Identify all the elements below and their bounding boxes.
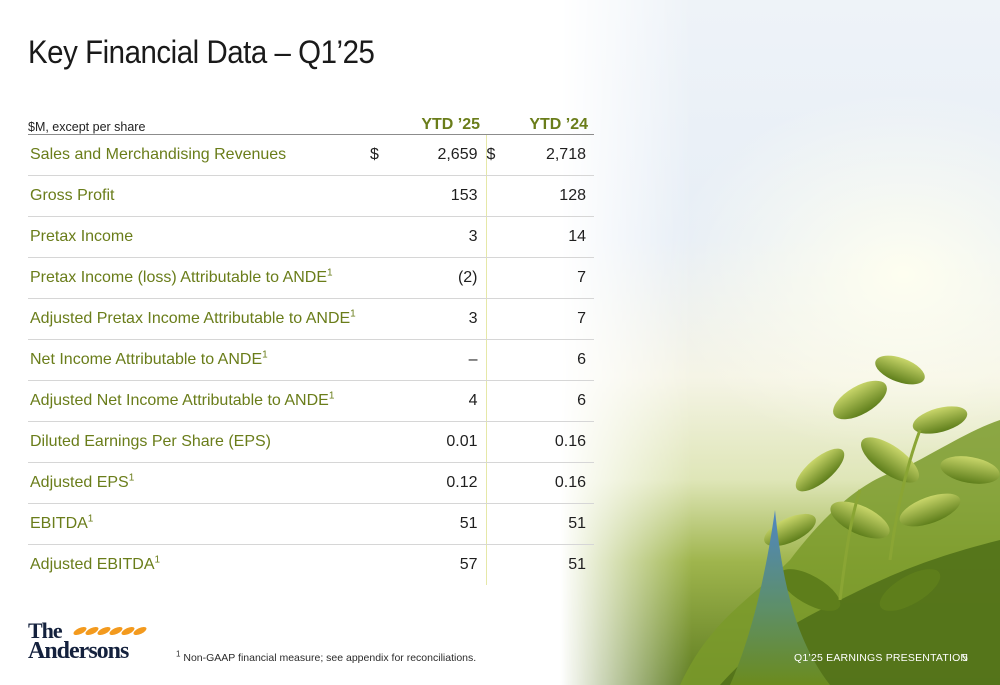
currency-symbol: [486, 545, 506, 586]
currency-symbol: [486, 421, 506, 463]
row-label-text: Adjusted EBITDA: [30, 556, 155, 573]
value-ytd24: 7: [506, 257, 594, 299]
row-label: Adjusted Pretax Income Attributable to A…: [28, 298, 370, 340]
plants-illustration: [680, 355, 1000, 685]
table-row: Net Income Attributable to ANDE1–6: [28, 339, 594, 381]
currency-symbol: [486, 503, 506, 545]
row-footnote-marker: 1: [154, 554, 161, 566]
row-label: Pretax Income (loss) Attributable to AND…: [28, 257, 370, 299]
value-ytd25: 51: [390, 503, 487, 545]
table-row: Sales and Merchandising Revenues $2,659 $2…: [28, 134, 594, 176]
col-header-ytd25: YTD ’25: [370, 108, 486, 135]
currency-symbol: [370, 298, 390, 340]
row-label-text: Diluted Earnings Per Share (EPS): [30, 433, 271, 450]
col-header-ytd24: YTD ’24: [486, 108, 594, 135]
value-ytd25: 57: [390, 544, 487, 585]
value-ytd25: 3: [390, 216, 487, 258]
footnote: 1 Non-GAAP financial measure; see append…: [176, 650, 477, 664]
value-ytd24: 0.16: [506, 462, 594, 504]
row-label: Adjusted EBITDA1: [28, 545, 370, 586]
row-label: Sales and Merchandising Revenues: [28, 134, 370, 176]
row-label-text: Sales and Merchandising Revenues: [30, 146, 287, 163]
row-label: Adjusted Net Income Attributable to ANDE…: [28, 380, 370, 422]
value-ytd25: –: [390, 339, 487, 381]
value-ytd24: 128: [506, 175, 594, 217]
table-row: Gross Profit 153 128: [28, 175, 594, 217]
table-row: Adjusted Net Income Attributable to ANDE…: [28, 380, 594, 422]
unit-label: $M, except per share: [28, 108, 370, 135]
currency-symbol: [486, 462, 506, 504]
row-footnote-marker: 1: [350, 308, 356, 320]
footer-label: Q1’25 EARNINGS PRESENTATION: [794, 652, 969, 664]
row-footnote-marker: 1: [328, 390, 335, 402]
currency-symbol: [486, 298, 506, 340]
row-label: Gross Profit: [28, 175, 370, 217]
currency-symbol: [370, 503, 390, 545]
currency-symbol: $: [486, 134, 506, 176]
table-row: Diluted Earnings Per Share (EPS) 0.01 0.16: [28, 421, 594, 463]
currency-symbol: [370, 545, 390, 586]
table-row: Pretax Income 3 14: [28, 216, 594, 258]
row-label-text: Adjusted EPS: [30, 474, 129, 491]
currency-symbol: [486, 257, 506, 299]
row-footnote-marker: 1: [262, 349, 268, 361]
value-ytd25: 153: [390, 175, 487, 217]
value-ytd24: 6: [506, 380, 594, 422]
row-label: EBITDA1: [28, 503, 370, 545]
row-label: Adjusted EPS1: [28, 462, 370, 504]
value-ytd25: 2,659: [390, 134, 487, 176]
page-title: Key Financial Data – Q1’25: [28, 34, 375, 70]
currency-symbol: [486, 380, 506, 422]
page-number: 5: [962, 652, 968, 664]
currency-symbol: [370, 216, 390, 258]
table-row: Adjusted EBITDA1 57 51: [28, 544, 594, 586]
currency-symbol: [370, 257, 390, 299]
value-ytd24: 2,718: [506, 134, 594, 176]
currency-symbol: [370, 421, 390, 463]
value-ytd24: 51: [568, 556, 586, 573]
logo-line2: Andersons: [28, 638, 129, 664]
financial-table: $M, except per share YTD ’25 YTD ’24 Sal…: [28, 108, 594, 585]
row-label-text: Pretax Income (loss) Attributable to AND…: [30, 269, 328, 286]
currency-symbol: [486, 339, 506, 381]
currency-symbol: [370, 380, 390, 422]
value-ytd25: 0.01: [390, 421, 487, 463]
row-footnote-marker: 1: [87, 513, 94, 525]
row-footnote-marker: 1: [327, 267, 333, 279]
row-label-text: Pretax Income: [30, 228, 134, 245]
value-ytd24: 14: [506, 216, 594, 258]
value-ytd24: 6: [506, 339, 594, 381]
row-footnote-marker: 1: [128, 472, 135, 484]
value-ytd24: 51: [506, 503, 594, 545]
currency-symbol: [370, 175, 390, 217]
value-ytd25: 4: [390, 380, 487, 422]
value-ytd25: (2): [390, 257, 487, 299]
andersons-logo: The Andersons: [28, 618, 148, 664]
value-ytd24: 0.16: [506, 421, 594, 463]
table-row: Pretax Income (loss) Attributable to AND…: [28, 257, 594, 299]
row-label: Pretax Income: [28, 216, 370, 258]
row-label: Diluted Earnings Per Share (EPS): [28, 421, 370, 463]
value-ytd25: 3: [390, 298, 487, 340]
table-row: EBITDA1 51 51: [28, 503, 594, 545]
row-label-text: EBITDA: [30, 515, 88, 532]
table-header-row: $M, except per share YTD ’25 YTD ’24: [28, 108, 594, 135]
row-label-text: Net Income Attributable to ANDE: [30, 351, 263, 368]
footnote-text: Non-GAAP financial measure; see appendix…: [180, 652, 477, 664]
table-row: Adjusted Pretax Income Attributable to A…: [28, 298, 594, 340]
currency-symbol: [370, 462, 390, 504]
row-label-text: Adjusted Pretax Income Attributable to A…: [30, 310, 351, 327]
currency-symbol: [486, 175, 506, 217]
currency-symbol: [370, 339, 390, 381]
currency-symbol: [486, 216, 506, 258]
value-ytd24: 7: [506, 298, 594, 340]
row-label: Net Income Attributable to ANDE1: [28, 339, 370, 381]
row-label-text: Adjusted Net Income Attributable to ANDE: [30, 392, 329, 409]
value-ytd25: 0.12: [390, 462, 487, 504]
currency-symbol: $: [370, 134, 390, 176]
row-label-text: Gross Profit: [30, 187, 115, 204]
table-row: Adjusted EPS1 0.12 0.16: [28, 462, 594, 504]
